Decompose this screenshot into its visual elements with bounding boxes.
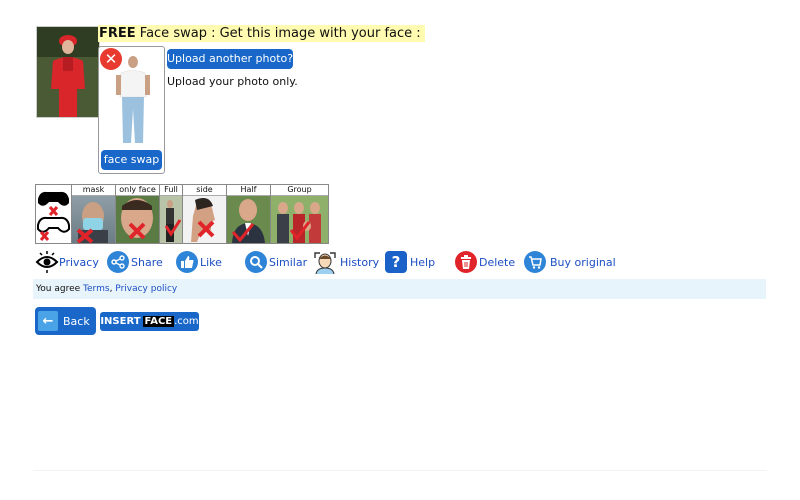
guide-mask: mask: [71, 184, 116, 244]
mask-face-image: [76, 202, 108, 243]
back-arrow-icon: ←: [38, 311, 58, 331]
half-body-image: [231, 199, 265, 243]
agreement-bar: You agree Terms, Privacy policy: [33, 279, 766, 299]
glasses-cross-icon: [37, 191, 70, 241]
buy-original-button[interactable]: Buy original: [524, 250, 616, 274]
upload-note: Upload your photo only.: [167, 75, 298, 88]
upload-another-photo-button[interactable]: Upload another photo?: [167, 49, 293, 69]
privacy-button[interactable]: Privacy: [35, 250, 99, 274]
help-icon: ?: [385, 251, 407, 273]
share-button[interactable]: Share: [107, 250, 163, 274]
guide-group: Group: [270, 184, 329, 244]
headline-text: Face swap : Get this image with your fac…: [135, 26, 421, 41]
eye-icon: [35, 251, 59, 273]
thumbs-up-icon: [176, 251, 198, 273]
terms-link[interactable]: Terms: [83, 284, 110, 294]
free-label: FREE: [99, 26, 136, 41]
share-icon: [107, 251, 129, 273]
like-button[interactable]: Like: [176, 250, 222, 274]
person-red-outfit-image: [37, 27, 99, 117]
face-swap-button[interactable]: face swap: [101, 150, 162, 170]
guide-only-face: only face: [115, 184, 160, 244]
delete-button[interactable]: Delete: [455, 250, 515, 274]
cart-icon: [524, 251, 546, 273]
guide-side: side: [182, 184, 227, 244]
only-face-image: [121, 198, 153, 240]
full-body-image: [164, 200, 182, 242]
guide-full: Full: [159, 184, 183, 244]
group-image: [277, 202, 321, 243]
similar-button[interactable]: Similar: [245, 250, 307, 274]
insertface-home-button[interactable]: INSERT FACE .com: [100, 312, 199, 331]
privacy-policy-link[interactable]: Privacy policy: [115, 284, 177, 294]
guide-glasses: [35, 184, 72, 244]
source-image-thumbnail[interactable]: [36, 26, 100, 118]
search-icon: [245, 251, 267, 273]
delete-x-icon[interactable]: ✕: [100, 48, 122, 70]
help-button[interactable]: ? Help: [385, 250, 435, 274]
side-face-image: [191, 198, 215, 242]
back-button[interactable]: ← Back: [35, 307, 96, 335]
guide-half: Half: [226, 184, 271, 244]
history-button[interactable]: History: [312, 250, 379, 274]
page-headline: FREE Face swap : Get this image with you…: [98, 25, 425, 42]
trash-icon: [455, 251, 477, 273]
history-face-icon: [314, 252, 336, 274]
footer-divider: [33, 470, 767, 471]
